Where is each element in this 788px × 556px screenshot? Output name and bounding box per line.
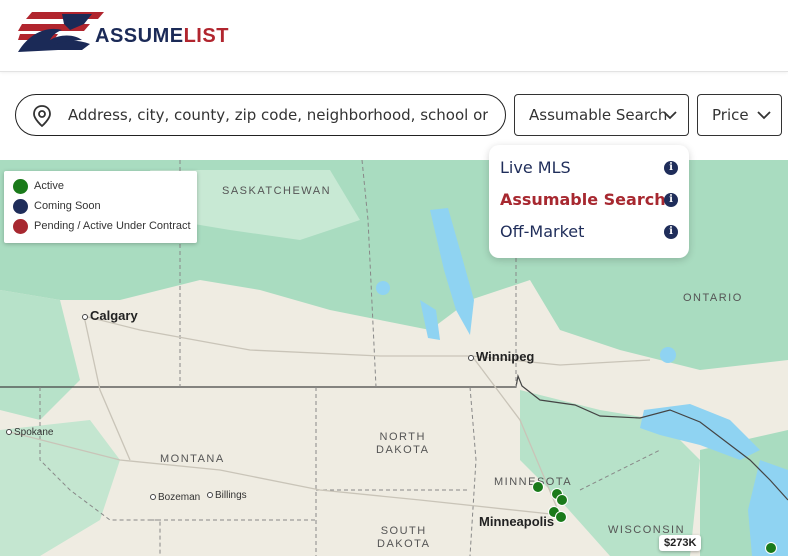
search-bar[interactable]: [15, 94, 506, 136]
legend-swatch-active: [13, 179, 28, 194]
listing-marker-active[interactable]: [765, 542, 777, 554]
city-name-billings: Billings: [215, 490, 247, 501]
menu-item-label: Live MLS: [500, 158, 571, 177]
legend-label-pending: Pending / Active Under Contract: [34, 220, 191, 232]
info-icon[interactable]: i: [664, 161, 678, 175]
city-label-bozeman: Bozeman: [150, 492, 200, 503]
listing-type-label: Assumable Search: [529, 106, 668, 124]
chevron-down-icon: [757, 111, 771, 120]
city-name-winnipeg: Winnipeg: [476, 349, 535, 364]
listing-marker-active[interactable]: [556, 494, 568, 506]
logo-wordmark: ASSUMELIST: [95, 25, 229, 48]
city-name-minneapolis: Minneapolis: [479, 514, 555, 529]
price-label: Price: [712, 106, 749, 124]
chevron-down-icon: [663, 111, 677, 120]
listing-marker-active[interactable]: [555, 511, 567, 523]
map-pin-icon: [33, 105, 51, 127]
listing-type-dropdown[interactable]: Assumable Search: [514, 94, 689, 136]
listing-price-tag[interactable]: $273K: [659, 535, 702, 551]
map-legend: Active Coming Soon Pending / Active Unde…: [4, 171, 197, 243]
region-label-south-dakota: SOUTH DAKOTA: [377, 525, 430, 551]
logo-word-list: LIST: [183, 25, 229, 47]
city-name-bozeman: Bozeman: [158, 492, 201, 503]
region-label-south-dakota-line1: SOUTH: [380, 525, 427, 537]
region-label-saskatchewan: SASKATCHEWAN: [222, 185, 332, 197]
city-dot-icon: [6, 429, 12, 436]
region-label-ontario: ONTARIO: [683, 292, 743, 304]
region-label-north-dakota: NORTH DAKOTA: [376, 431, 429, 457]
city-label-billings: Billings: [207, 490, 247, 501]
info-icon[interactable]: i: [664, 193, 678, 207]
region-label-montana: MONTANA: [160, 453, 225, 465]
legend-label-coming-soon: Coming Soon: [34, 200, 101, 212]
city-label-calgary: Calgary: [82, 308, 138, 323]
menu-item-label: Assumable Search: [500, 190, 666, 209]
city-dot-icon: [207, 492, 213, 499]
region-label-north-dakota-line1: NORTH: [379, 431, 426, 443]
menu-item-live-mls[interactable]: Live MLS i: [500, 156, 680, 182]
city-label-spokane: Spokane: [6, 427, 53, 438]
city-label-winnipeg: Winnipeg: [468, 349, 534, 364]
menu-item-off-market[interactable]: Off-Market i: [500, 220, 680, 246]
logo-word-assume: ASSUME: [95, 25, 184, 47]
city-name-calgary: Calgary: [90, 308, 138, 323]
price-dropdown[interactable]: Price: [697, 94, 782, 136]
city-name-spokane: Spokane: [14, 427, 54, 438]
region-label-north-dakota-line2: DAKOTA: [376, 444, 430, 456]
listing-type-menu: Live MLS i Assumable Search i Off-Market…: [489, 145, 689, 258]
menu-item-assumable-search[interactable]: Assumable Search i: [500, 188, 680, 214]
city-dot-icon: [82, 313, 88, 320]
city-dot-icon: [468, 354, 474, 361]
city-dot-icon: [150, 494, 156, 501]
legend-swatch-coming-soon: [13, 199, 28, 214]
region-label-south-dakota-line2: DAKOTA: [377, 538, 431, 550]
search-input[interactable]: [68, 102, 488, 128]
info-icon[interactable]: i: [664, 225, 678, 239]
legend-swatch-pending: [13, 219, 28, 234]
legend-label-active: Active: [34, 180, 64, 192]
top-header: ASSUMELIST: [0, 0, 788, 72]
city-label-minneapolis: Minneapolis: [479, 514, 554, 529]
menu-item-label: Off-Market: [500, 222, 585, 241]
listing-marker-active[interactable]: [532, 481, 544, 493]
